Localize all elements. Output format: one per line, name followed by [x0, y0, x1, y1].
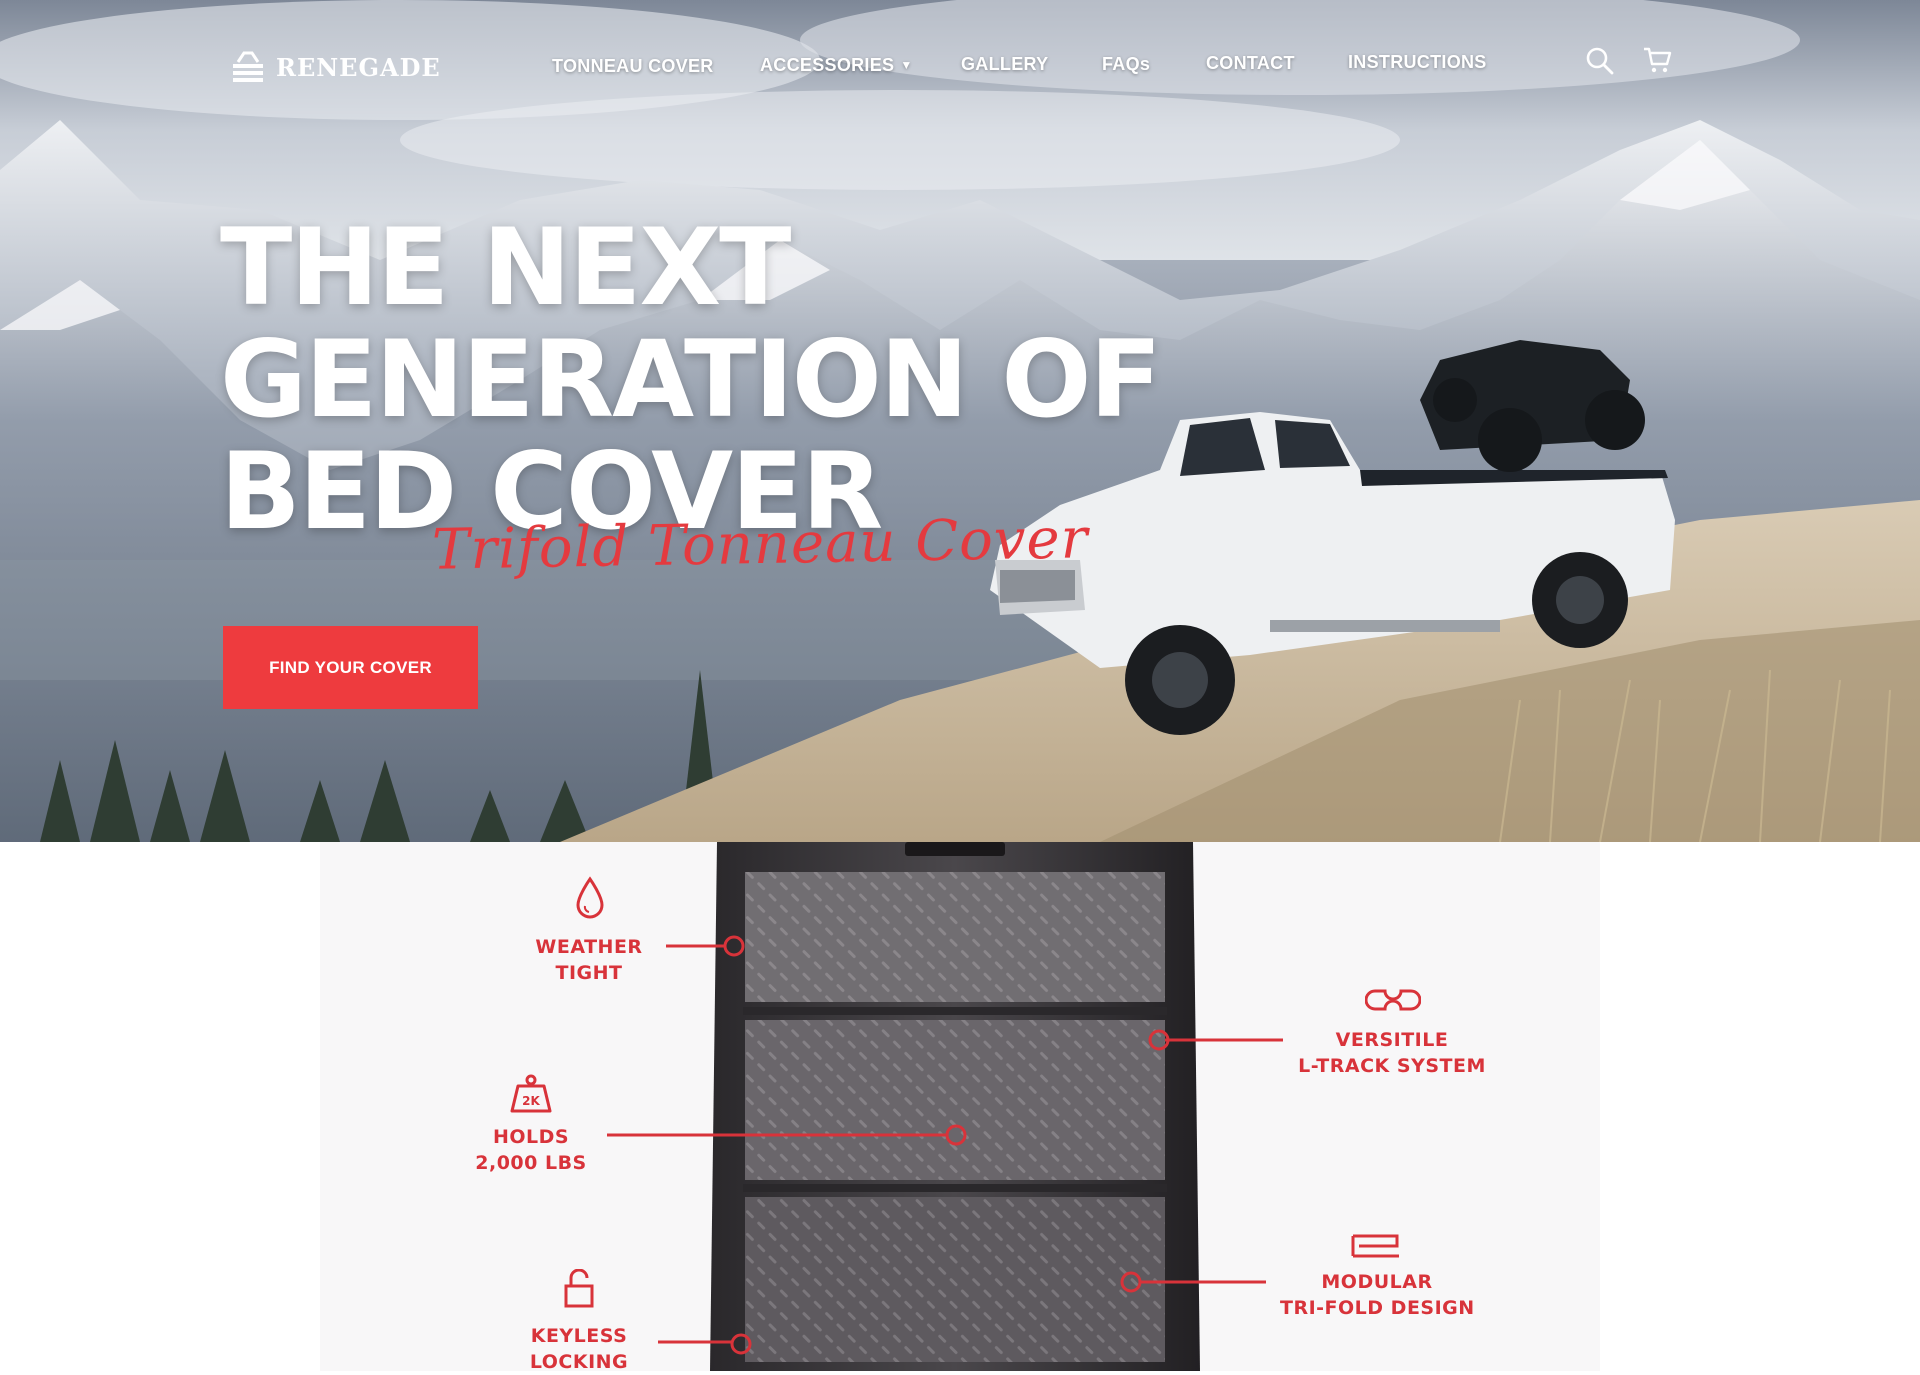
- nav-item-label: FAQs: [1102, 54, 1151, 74]
- weight-2k-icon: 2K: [510, 1074, 552, 1113]
- feature-label-line: MODULAR: [1321, 1271, 1433, 1293]
- feature-connector-lines: [607, 935, 1283, 1355]
- feature-label-line: TRI-FOLD DESIGN: [1280, 1297, 1475, 1319]
- headline-line-1: THE NEXT: [220, 206, 791, 329]
- nav-item-gallery[interactable]: GALLERY: [961, 54, 1048, 75]
- nav-item-label: INSTRUCTIONS: [1348, 52, 1487, 72]
- brand-logo[interactable]: RENEGADE: [230, 50, 441, 84]
- hero-section: RENEGADE TONNEAU COVER ACCESSORIES ▼ GALL…: [0, 0, 1920, 842]
- find-your-cover-button[interactable]: FIND YOUR COVER: [223, 626, 478, 709]
- feature-label-line: LOCKING: [529, 1351, 629, 1373]
- headline-line-2: GENERATION OF: [220, 318, 1162, 441]
- feature-label-line: VERSITILE: [1335, 1029, 1449, 1051]
- padlock-icon: [564, 1269, 594, 1308]
- search-icon[interactable]: [1585, 46, 1615, 76]
- feature-label-line: HOLDS: [492, 1126, 570, 1148]
- water-drop-icon: [576, 876, 604, 919]
- cart-icon[interactable]: [1642, 45, 1672, 75]
- nav-item-faqs[interactable]: FAQs: [1102, 54, 1150, 75]
- feature-label-line: 2,000 LBS: [475, 1152, 587, 1174]
- nav-item-label: TONNEAU COVER: [552, 56, 714, 76]
- nav-item-label: CONTACT: [1206, 53, 1295, 73]
- l-track-icon: [1365, 989, 1421, 1011]
- main-navigation: RENEGADE TONNEAU COVER ACCESSORIES ▼ GALL…: [0, 0, 1920, 130]
- feature-label-line: KEYLESS: [530, 1325, 628, 1347]
- trifold-icon: [1351, 1234, 1399, 1258]
- features-section: WEATHER TIGHT 2K HOLDS 2,000 LBS KEYLESS…: [0, 842, 1920, 1373]
- hero-headline: THE NEXT GENERATION OF BED COVER: [220, 206, 1162, 548]
- feature-weather-tight: WEATHER TIGHT: [528, 934, 650, 986]
- feature-label-line: WEATHER: [535, 936, 643, 958]
- nav-item-instructions[interactable]: INSTRUCTIONS: [1348, 52, 1487, 73]
- feature-modular-trifold-design: MODULAR TRI-FOLD DESIGN: [1280, 1269, 1474, 1321]
- feature-l-track-system: VERSITILE L-TRACK SYSTEM: [1297, 1027, 1487, 1079]
- chevron-down-icon: ▼: [900, 58, 913, 72]
- feature-label-line: L-TRACK SYSTEM: [1298, 1055, 1486, 1077]
- feature-keyless-locking: KEYLESS LOCKING: [520, 1323, 638, 1375]
- nav-item-accessories[interactable]: ACCESSORIES ▼: [760, 55, 913, 76]
- hero-script-subtitle: Trifold Tonneau Cover: [431, 506, 1089, 583]
- logo-icon: [233, 51, 263, 82]
- feature-holds-2000-lbs: HOLDS 2,000 LBS: [468, 1124, 594, 1176]
- nav-item-tonneau-cover[interactable]: TONNEAU COVER: [552, 56, 714, 77]
- svg-text:2K: 2K: [522, 1094, 540, 1108]
- nav-item-label: GALLERY: [961, 54, 1049, 74]
- nav-item-contact[interactable]: CONTACT: [1206, 53, 1295, 74]
- brand-name: RENEGADE: [276, 52, 441, 82]
- nav-item-label: ACCESSORIES: [760, 55, 895, 75]
- feature-label-line: TIGHT: [555, 962, 623, 984]
